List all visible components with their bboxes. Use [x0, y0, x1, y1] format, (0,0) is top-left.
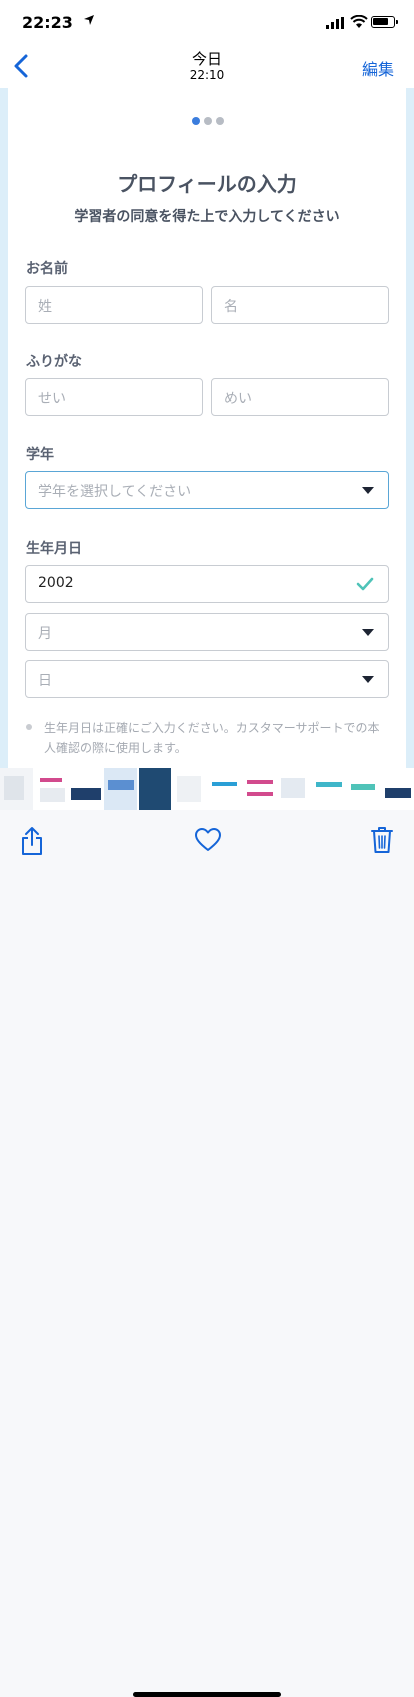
first-name-input[interactable]: 名: [211, 286, 389, 324]
thumbnail[interactable]: [242, 768, 276, 810]
nav-subtitle: 22:10: [189, 68, 225, 82]
page-dot-active: [192, 117, 200, 125]
sei-input[interactable]: せい: [25, 378, 203, 416]
birthday-label: 生年月日: [26, 541, 82, 557]
birthday-note-text: 生年月日は正確にご入力ください。カスタマーサポートでの本人確認の際に使用します。: [44, 721, 380, 755]
thumbnail[interactable]: [208, 768, 241, 810]
grade-label: 学年: [26, 447, 54, 463]
thumbnail[interactable]: [346, 768, 380, 810]
edit-button[interactable]: 編集: [362, 56, 394, 80]
photo-view: プロフィールの入力 学習者の同意を得た上で入力してください お名前 姓 名 ふり…: [0, 88, 414, 768]
home-indicator: [133, 1692, 281, 1697]
bullet-icon: [26, 724, 32, 730]
thumbnail[interactable]: [104, 768, 137, 810]
dropdown-arrow-icon: [362, 676, 374, 683]
mei-placeholder: めい: [224, 391, 252, 407]
thumbnail[interactable]: [34, 768, 68, 810]
battery-icon: [371, 16, 398, 28]
birthday-note: 生年月日は正確にご入力ください。カスタマーサポートでの本人確認の際に使用します。: [26, 718, 386, 758]
heart-icon[interactable]: [195, 828, 221, 852]
checkmark-icon: [356, 577, 374, 591]
dropdown-arrow-icon: [362, 487, 374, 494]
profile-form-card: プロフィールの入力 学習者の同意を得た上で入力してください お名前 姓 名 ふり…: [8, 88, 406, 768]
thumbnail[interactable]: [277, 768, 311, 810]
birth-year-select[interactable]: 2002: [25, 565, 389, 603]
grade-select[interactable]: 学年を選択してください: [25, 471, 389, 509]
thumbnail[interactable]: [173, 768, 207, 810]
sei-placeholder: せい: [38, 391, 66, 407]
name-label: お名前: [26, 261, 68, 277]
page-dot: [204, 117, 212, 125]
birth-year-value: 2002: [38, 575, 74, 591]
furigana-label: ふりがな: [26, 354, 82, 370]
status-time: 22:23: [22, 13, 73, 32]
wifi-icon: [350, 15, 368, 28]
thumbnail-strip[interactable]: [0, 768, 414, 810]
thumbnail[interactable]: [381, 768, 414, 810]
mei-input[interactable]: めい: [211, 378, 389, 416]
form-subtitle: 学習者の同意を得た上で入力してください: [74, 209, 340, 225]
first-name-placeholder: 名: [224, 299, 238, 315]
thumbnail[interactable]: [138, 768, 172, 810]
share-icon[interactable]: [20, 826, 44, 856]
birth-month-select[interactable]: 月: [25, 613, 389, 651]
birth-month-placeholder: 月: [38, 626, 52, 642]
dropdown-arrow-icon: [362, 629, 374, 636]
navigation-bar: 今日 22:10 編集: [0, 44, 414, 88]
status-bar: 22:23: [0, 0, 414, 44]
birth-day-select[interactable]: 日: [25, 660, 389, 698]
nav-title: 今日: [191, 50, 222, 68]
bottom-toolbar: [0, 810, 414, 1697]
location-arrow-icon: [84, 15, 94, 25]
last-name-input[interactable]: 姓: [25, 286, 203, 324]
cellular-signal-icon: [326, 17, 344, 29]
birth-day-placeholder: 日: [38, 673, 52, 689]
last-name-placeholder: 姓: [38, 299, 52, 315]
page-dot: [216, 117, 224, 125]
thumbnail[interactable]: [0, 768, 33, 810]
trash-icon[interactable]: [370, 826, 394, 854]
thumbnail[interactable]: [312, 768, 345, 810]
grade-placeholder: 学年を選択してください: [38, 484, 192, 500]
page-indicator: [192, 110, 228, 129]
form-title: プロフィールの入力: [117, 172, 297, 196]
thumbnail[interactable]: [69, 768, 103, 810]
